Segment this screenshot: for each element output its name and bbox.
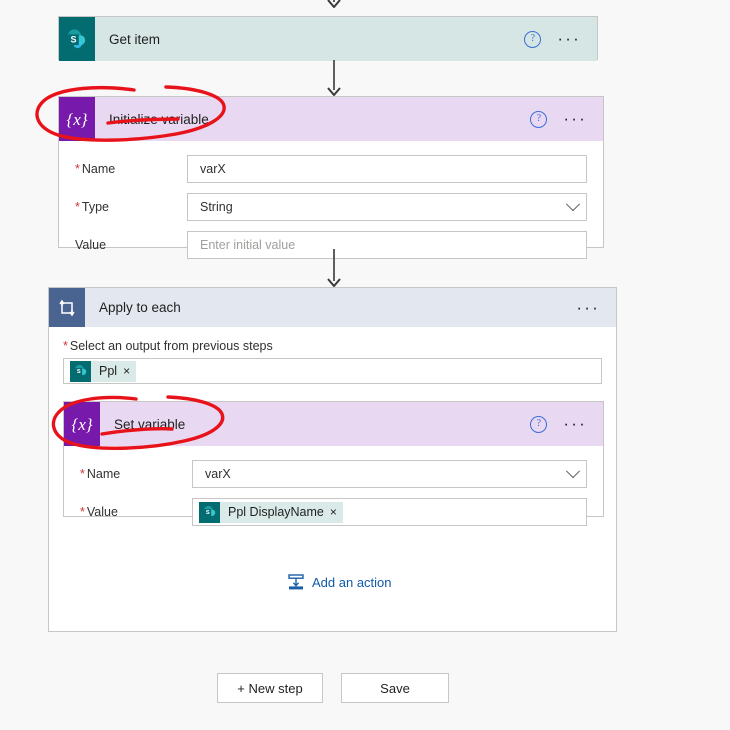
close-icon[interactable]: × <box>330 506 337 518</box>
more-menu-icon[interactable]: ··· <box>557 30 581 47</box>
connector-arrow-initialize-to-loop <box>319 249 349 287</box>
type-dropdown[interactable]: String <box>187 193 587 221</box>
save-button[interactable]: Save <box>341 673 449 703</box>
loop-icon <box>49 288 85 327</box>
set-variable-header[interactable]: {x} Set variable ? ··· <box>64 402 603 446</box>
step-card-apply-to-each[interactable]: Apply to each ··· * Select an output from… <box>48 287 617 632</box>
field-row-set-value: * Value S Ppl DisplayName × <box>80 498 587 526</box>
apply-to-each-body: * Select an output from previous steps S … <box>49 327 616 384</box>
svg-text:{x}: {x} <box>66 110 87 129</box>
required-asterisk: * <box>80 467 85 481</box>
add-an-action-label: Add an action <box>312 574 392 590</box>
initialize-variable-header-actions: ? ··· <box>530 110 603 128</box>
more-menu-icon[interactable]: ··· <box>563 110 587 127</box>
name-input[interactable]: varX <box>187 155 587 183</box>
get-item-header[interactable]: S Get item ? ··· <box>59 17 597 61</box>
chevron-down-icon <box>565 197 581 212</box>
name-field-label: * Name <box>75 162 116 176</box>
required-asterisk: * <box>63 339 68 353</box>
close-icon[interactable]: × <box>123 365 130 377</box>
set-name-field-label: * Name <box>80 467 121 481</box>
svg-text:S: S <box>70 34 76 44</box>
value-field-label: Value <box>75 238 107 252</box>
set-variable-header-actions: ? ··· <box>530 415 603 433</box>
field-row-set-name: * Name varX <box>80 460 587 488</box>
step-card-get-item[interactable]: S Get item ? ··· <box>58 16 598 61</box>
field-row-type: * Type String <box>75 193 587 221</box>
step-card-initialize-variable[interactable]: {x} Initialize variable ? ··· * Name varX <box>58 96 604 259</box>
required-asterisk: * <box>75 162 80 176</box>
type-field-label: * Type <box>75 200 109 214</box>
connector-arrow-get-item-to-initialize <box>319 60 349 96</box>
step-card-set-variable[interactable]: {x} Set variable ? ··· * Name varX * Val… <box>63 401 604 526</box>
set-value-field-label: * Value <box>80 505 118 519</box>
value-input[interactable]: Enter initial value <box>187 231 587 259</box>
set-variable-body: * Name varX * Value S Ppl DisplayName × <box>64 446 603 542</box>
sharepoint-icon: S <box>70 360 91 382</box>
apply-to-each-header-actions: ··· <box>576 299 616 316</box>
required-asterisk: * <box>80 505 85 519</box>
sharepoint-icon: S <box>59 17 95 61</box>
variable-icon: {x} <box>59 97 95 141</box>
more-menu-icon[interactable]: ··· <box>576 299 600 316</box>
apply-to-each-header[interactable]: Apply to each ··· <box>49 288 616 327</box>
sharepoint-icon: S <box>199 501 220 523</box>
help-icon[interactable]: ? <box>530 110 548 128</box>
token-chip-ppl-displayname[interactable]: S Ppl DisplayName × <box>199 501 343 523</box>
required-asterisk: * <box>75 200 80 214</box>
initialize-variable-header[interactable]: {x} Initialize variable ? ··· <box>59 97 603 141</box>
select-output-label: * Select an output from previous steps <box>63 339 273 353</box>
set-variable-title: Set variable <box>114 416 186 432</box>
apply-to-each-title: Apply to each <box>99 300 181 315</box>
token-chip-ppl[interactable]: S Ppl × <box>70 360 137 382</box>
chevron-down-icon <box>565 464 581 479</box>
help-icon[interactable]: ? <box>524 30 542 48</box>
more-menu-icon[interactable]: ··· <box>563 415 587 432</box>
set-name-dropdown[interactable]: varX <box>192 460 587 488</box>
connector-arrow-top <box>319 0 349 8</box>
variable-icon: {x} <box>64 402 100 446</box>
new-step-button[interactable]: + New step <box>217 673 323 703</box>
get-item-header-actions: ? ··· <box>524 30 597 48</box>
svg-text:S: S <box>76 369 80 375</box>
select-output-input[interactable]: S Ppl × <box>63 358 602 384</box>
svg-text:{x}: {x} <box>71 415 92 434</box>
token-label: Ppl DisplayName <box>228 505 324 519</box>
initialize-variable-title: Initialize variable <box>109 111 209 127</box>
token-label: Ppl <box>99 364 118 378</box>
add-an-action-button[interactable]: Add an action <box>287 573 392 591</box>
add-action-icon <box>287 573 305 591</box>
get-item-title: Get item <box>109 31 161 47</box>
field-row-name: * Name varX <box>75 155 587 183</box>
help-icon[interactable]: ? <box>530 415 548 433</box>
svg-text:S: S <box>205 510 209 516</box>
flow-designer-canvas: S Get item ? ··· {x} Initialize variable <box>0 0 730 730</box>
set-value-input[interactable]: S Ppl DisplayName × <box>192 498 587 526</box>
